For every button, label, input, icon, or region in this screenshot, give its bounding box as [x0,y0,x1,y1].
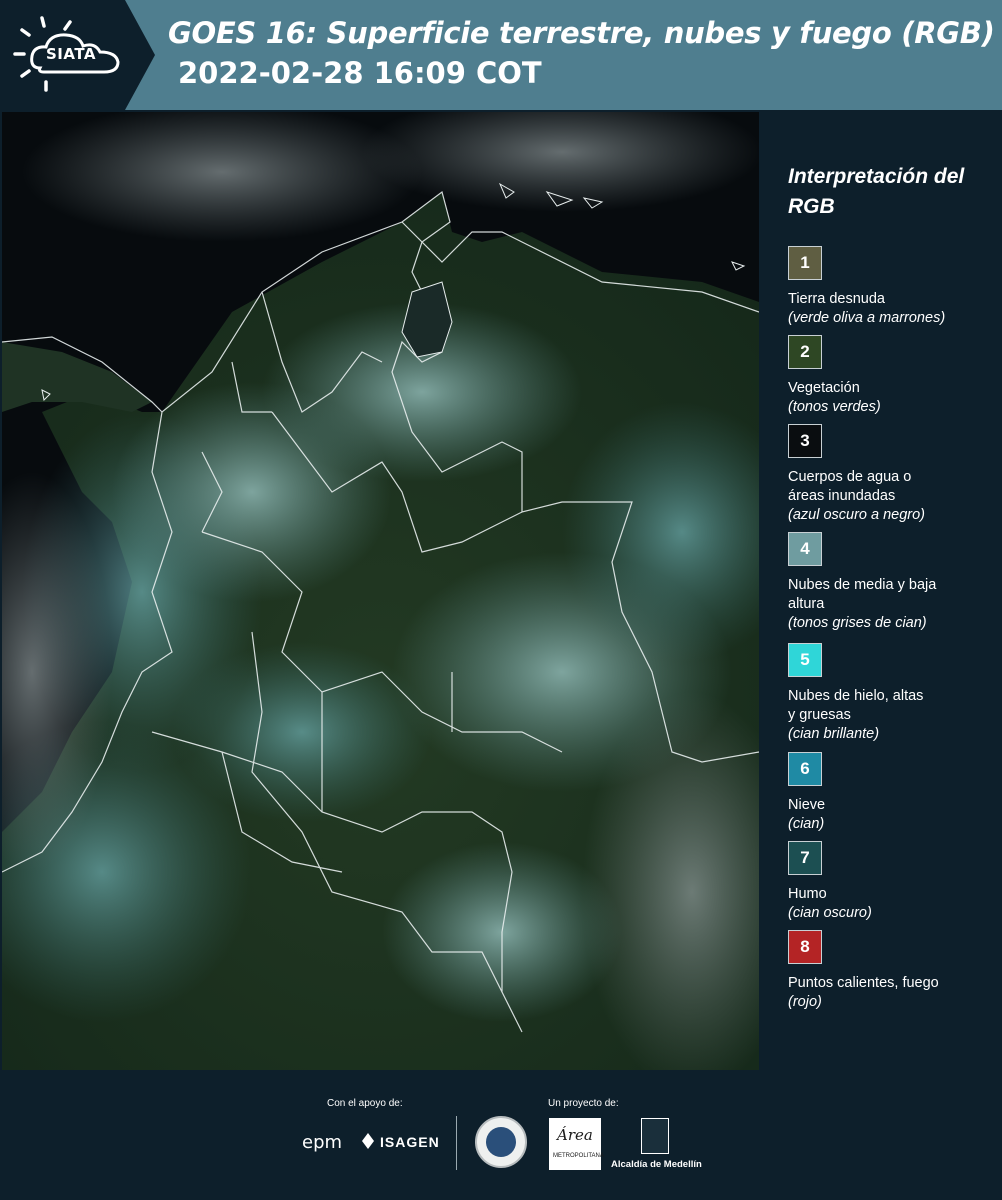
timestamp: 2022-02-28 16:09 COT [178,56,542,90]
legend-item-water: 3 Cuerpos de agua o áreas inundadas (azu… [788,424,998,525]
legend-item-ice-clouds: 5 Nubes de hielo, altas y gruesas (cian … [788,643,998,744]
legend-item-note: (cian oscuro) [788,905,872,921]
area-logo-subtitle: METROPOLITANA [553,1153,604,1159]
legend-swatch: 8 [788,930,822,964]
alcaldia-crest-icon [641,1118,669,1154]
footer: Con el apoyo de: Un proyecto de: epm ISA… [0,1070,1002,1200]
legend-item-label: Puntos calientes, fuego [788,975,939,991]
legend-swatch: 1 [788,246,822,280]
legend-swatch-number: 7 [800,848,810,867]
legend-item-label: Nieve [788,797,826,813]
legend-swatch: 7 [788,841,822,875]
legend-item-smoke: 7 Humo (cian oscuro) [788,841,998,923]
legend-swatch-number: 8 [800,937,810,956]
support-label: Con el apoyo de: [327,1098,403,1109]
legend-item-bare-soil: 1 Tierra desnuda (verde oliva a marrones… [788,246,998,328]
alcaldia-name: Alcaldía de Medellín [611,1159,702,1170]
legend-item-note: (cian) [788,816,825,832]
header-bar: SIATA GOES 16: Superficie terrestre, nub… [0,0,1002,110]
legend-swatch: 5 [788,643,822,677]
legend-item-note: (azul oscuro a negro) [788,507,926,523]
isagen-logo-text: ISAGEN [380,1134,440,1150]
legend-swatch-number: 5 [800,650,810,669]
area-logo-word: Área [557,1126,593,1144]
legend-swatch-number: 2 [800,342,810,361]
legend-swatch-number: 3 [800,431,810,450]
siata-logo: SIATA [0,0,155,110]
legend-item-fire: 8 Puntos calientes, fuego (rojo) [788,930,998,1012]
legend-swatch-number: 1 [800,253,810,272]
epm-logo: epm [302,1132,343,1153]
legend-swatch-number: 6 [800,759,810,778]
legend-item-note: (verde oliva a marrones) [788,310,946,326]
legend-swatch: 6 [788,752,822,786]
legend-title: Interpretación del RGB [788,165,965,218]
legend-item-label: Nubes de hielo, altas y gruesas [788,688,924,723]
legend-item-label: Cuerpos de agua o áreas inundadas [788,469,912,504]
satellite-map[interactable] [2,112,759,1070]
legend-item-note: (tonos verdes) [788,399,881,415]
legend-item-note: (cian brillante) [788,726,880,742]
isagen-mark-icon [360,1132,376,1155]
project-label: Un proyecto de: [548,1098,619,1109]
legend-item-snow: 6 Nieve (cian) [788,752,998,834]
legend-item-vegetation: 2 Vegetación (tonos verdes) [788,335,998,417]
legend-swatch: 2 [788,335,822,369]
legend-swatch: 4 [788,532,822,566]
legend-item-label: Tierra desnuda [788,291,885,307]
legend-item-low-clouds: 4 Nubes de media y baja altura (tonos gr… [788,532,998,633]
legend-item-note: (rojo) [788,994,822,1010]
siata-logo-text: SIATA [46,45,97,63]
area-metropolitana-logo: Área METROPOLITANA [549,1118,604,1170]
legend-swatch: 3 [788,424,822,458]
footer-divider [456,1116,457,1170]
legend-item-label: Nubes de media y baja altura [788,577,937,612]
university-seal-icon [475,1116,527,1168]
page-title: GOES 16: Superficie terrestre, nubes y f… [168,16,995,50]
legend-item-label: Humo [788,886,827,902]
seal-emblem-icon [486,1127,516,1157]
legend-panel: Interpretación del RGB 1 Tierra desnuda … [760,112,1002,1070]
legend-item-label: Vegetación [788,380,860,396]
legend-swatch-number: 4 [800,539,810,558]
legend-item-note: (tonos grises de cian) [788,615,927,631]
